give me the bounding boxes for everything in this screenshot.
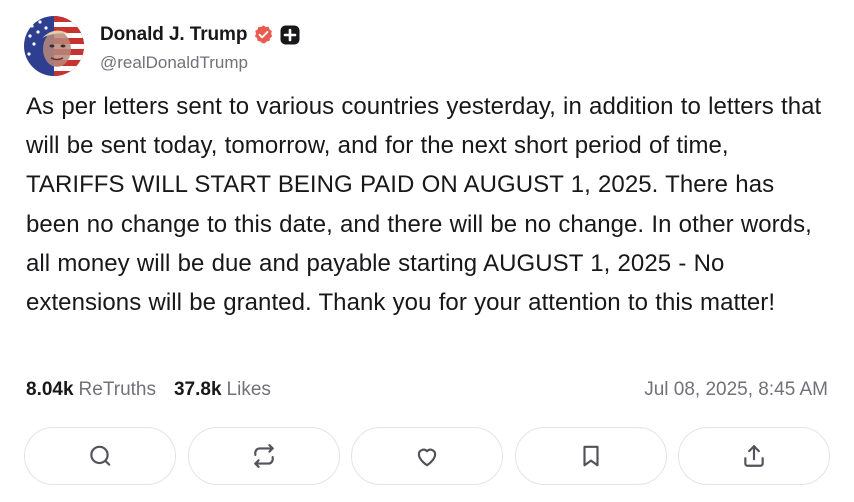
bookmark-button[interactable] — [514, 427, 667, 485]
post-header: Donald J. Trump @realDonaldTrump — [24, 16, 300, 76]
post-text: As per letters sent to various countries… — [26, 93, 822, 317]
avatar[interactable] — [24, 16, 84, 76]
likes-label: Likes — [226, 379, 271, 400]
truth-plus-icon — [280, 25, 300, 45]
user-info: Donald J. Trump @realDonaldTrump — [100, 20, 300, 73]
post-stats: 8.04k ReTruths 37.8k Likes Jul 08, 2025, 8… — [26, 375, 828, 405]
likes-count: 37.8k — [173, 379, 222, 400]
name-row: Donald J. Trump — [100, 20, 300, 50]
likes-stat[interactable]: 37.8k Likes — [174, 379, 271, 401]
retruths-label: ReTruths — [78, 379, 156, 400]
verified-badge-icon — [253, 24, 274, 45]
post-timestamp[interactable]: Jul 08, 2025, 8:45 AM — [644, 379, 828, 401]
like-button[interactable] — [351, 427, 503, 485]
retruths-stat[interactable]: 8.04k ReTruths — [26, 379, 156, 401]
retruths-count: 8.04k — [26, 379, 74, 400]
user-handle[interactable]: @realDonaldTrump — [100, 53, 300, 73]
reply-icon — [87, 443, 113, 469]
bookmark-icon — [578, 443, 604, 469]
share-button[interactable] — [678, 427, 830, 485]
share-icon — [741, 443, 767, 469]
reply-button[interactable] — [24, 427, 176, 485]
truth-post: Donald J. Trump @realDonaldTrump As per … — [0, 0, 854, 502]
retruth-icon — [251, 443, 277, 469]
retruth-button[interactable] — [187, 427, 340, 485]
action-bar — [24, 427, 830, 487]
display-name[interactable]: Donald J. Trump — [100, 24, 247, 46]
like-icon — [414, 443, 440, 469]
